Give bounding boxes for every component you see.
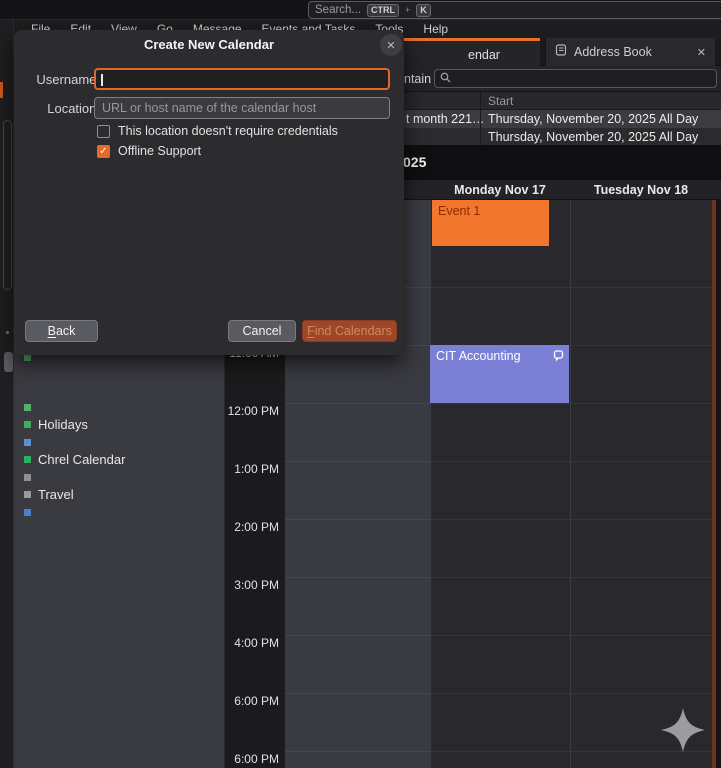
offline-support-checkbox[interactable]: ✓ (97, 145, 110, 158)
hour-gridline (430, 635, 712, 636)
calendar-name: Holidays (38, 417, 88, 432)
calendar-list-item[interactable] (24, 399, 214, 415)
top-search-strip: Search... CTRL + K (0, 0, 721, 20)
calendar-list-item[interactable] (24, 469, 214, 485)
event-start-cell: Thursday, November 20, 2025 All Day (488, 130, 698, 144)
dialog-close-icon[interactable]: ✕ (380, 34, 402, 56)
time-label: 2:00 PM (234, 520, 279, 534)
hour-gridline (430, 693, 712, 694)
grid-right-margin (716, 200, 721, 768)
hour-gridline (430, 461, 712, 462)
time-label: 6:00 PM (234, 694, 279, 708)
spaces-dot (6, 331, 9, 334)
day-header-tuesday[interactable]: Tuesday Nov 18 (570, 183, 712, 197)
column-gridline (570, 200, 571, 768)
credentials-checkbox-row[interactable]: This location doesn't require credential… (97, 124, 338, 138)
day-header-monday[interactable]: Monday Nov 17 (430, 183, 570, 197)
time-label: 1:00 PM (234, 462, 279, 476)
kbd-ctrl-badge: CTRL (367, 4, 399, 17)
sparkle-icon (659, 706, 707, 759)
event-title-cell: t month 221… (406, 112, 485, 126)
username-label: Username: (22, 72, 100, 87)
spaces-settings-button[interactable] (4, 352, 13, 372)
text-caret (101, 74, 103, 86)
timed-event-cit-accounting[interactable]: CIT Accounting (430, 345, 569, 403)
active-space-accent (0, 82, 3, 98)
credentials-checkbox-label: This location doesn't require credential… (118, 124, 338, 138)
time-label: 6:00 PM (234, 752, 279, 766)
calendar-color-swatch (24, 509, 31, 516)
kbd-plus: + (405, 5, 410, 15)
calendar-color-swatch (24, 421, 31, 428)
list-column-divider (480, 92, 481, 145)
offline-support-checkbox-row[interactable]: ✓ Offline Support (97, 144, 201, 158)
tab-address-book-close-icon[interactable]: ✕ (697, 46, 706, 59)
find-calendars-button[interactable]: Find Calendars (302, 320, 397, 342)
spaces-scrollbar[interactable] (3, 120, 12, 290)
spaces-toolbar (0, 20, 14, 768)
calendar-color-swatch (24, 439, 31, 446)
reminder-icon (553, 350, 564, 364)
credentials-checkbox[interactable] (97, 125, 110, 138)
calendar-color-swatch (24, 456, 31, 463)
time-label: 12:00 PM (228, 404, 279, 418)
calendar-color-swatch (24, 404, 31, 411)
tab-calendar-label: endar (468, 48, 500, 62)
calendar-list-item[interactable] (24, 504, 214, 520)
address-book-icon (555, 43, 567, 61)
tab-address-book[interactable]: Address Book ✕ (545, 38, 715, 66)
hour-gridline (285, 403, 430, 404)
hour-gridline (430, 287, 712, 288)
cancel-button[interactable]: Cancel (228, 320, 296, 342)
calendar-name: Travel (38, 487, 74, 502)
calendar-list-item-holidays[interactable]: Holidays (24, 417, 214, 433)
filter-label-fragment: ntain (404, 72, 431, 86)
location-label: Location: (22, 101, 100, 116)
hour-gridline (285, 635, 430, 636)
hour-gridline (430, 403, 712, 404)
hour-gridline (285, 577, 430, 578)
tab-address-book-label: Address Book (574, 45, 690, 59)
event-filter-input[interactable] (434, 69, 717, 88)
hour-gridline (285, 751, 430, 752)
hour-gridline (285, 519, 430, 520)
day-columns[interactable] (430, 200, 712, 768)
dialog-title: Create New Calendar (14, 37, 404, 52)
calendar-name: Chrel Calendar (38, 452, 125, 467)
column-start-header[interactable]: Start (488, 94, 513, 108)
allday-event-event1[interactable]: Event 1 (432, 200, 549, 246)
event-title: Event 1 (438, 204, 480, 218)
calendar-list-item[interactable] (24, 434, 214, 450)
event-start-cell: Thursday, November 20, 2025 All Day (488, 112, 698, 126)
global-search-input[interactable]: Search... CTRL + K (308, 1, 721, 19)
calendar-color-swatch (24, 474, 31, 481)
username-field[interactable] (94, 68, 390, 90)
event-title: CIT Accounting (436, 349, 521, 363)
kbd-k-badge: K (416, 4, 431, 17)
column-gridline (430, 200, 431, 768)
location-placeholder: URL or host name of the calendar host (102, 101, 316, 115)
create-new-calendar-dialog: Create New Calendar ✕ Username: Location… (14, 30, 404, 355)
search-placeholder: Search... (315, 4, 361, 16)
hour-gridline (285, 461, 430, 462)
location-field[interactable]: URL or host name of the calendar host (94, 97, 390, 119)
hour-gridline (285, 693, 430, 694)
calendar-color-swatch (24, 491, 31, 498)
search-icon (440, 70, 451, 88)
calendar-list-item-travel[interactable]: Travel (24, 487, 214, 503)
menu-help[interactable]: Help (414, 21, 457, 37)
time-label: 3:00 PM (234, 578, 279, 592)
hour-gridline (430, 519, 712, 520)
calendar-list-item-chrel-calendar[interactable]: Chrel Calendar (24, 452, 214, 468)
week-title-fragment: 025 (403, 154, 426, 170)
back-button[interactable]: Back (25, 320, 98, 342)
offline-support-checkbox-label: Offline Support (118, 144, 201, 158)
time-label: 4:00 PM (234, 636, 279, 650)
hour-gridline (430, 577, 712, 578)
